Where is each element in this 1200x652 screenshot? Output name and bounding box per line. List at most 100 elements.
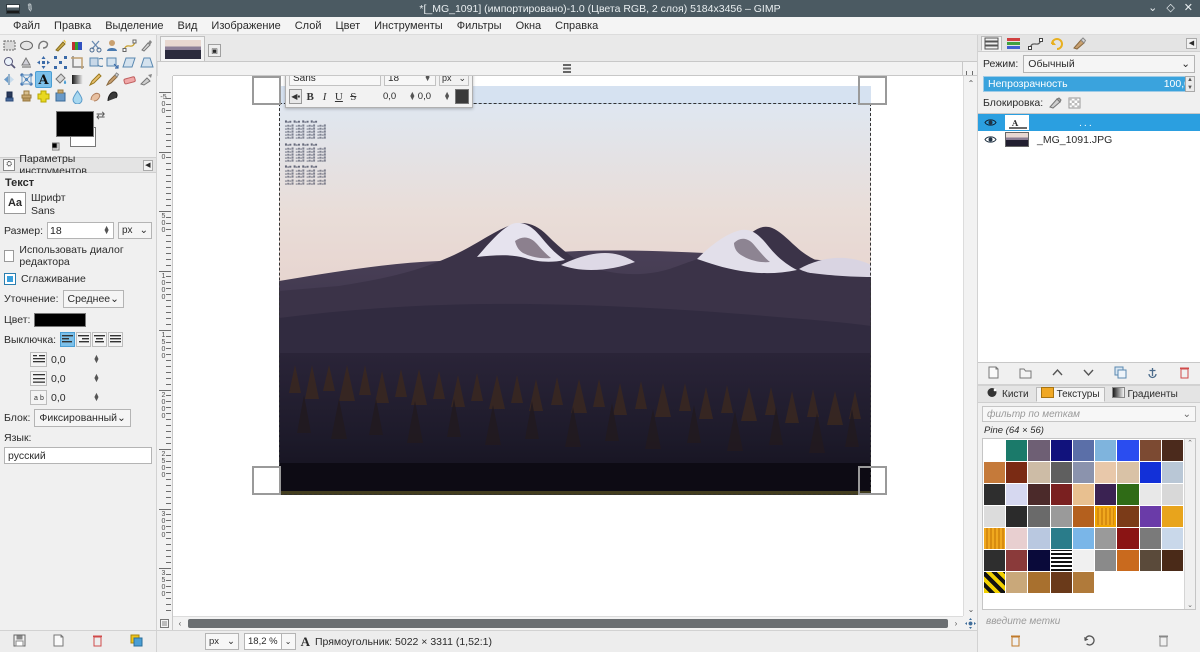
scroll-down-icon[interactable]: ⌄: [964, 602, 978, 616]
measure-tool-icon[interactable]: [18, 54, 35, 71]
pattern-swatch[interactable]: [1072, 550, 1095, 571]
pattern-swatch[interactable]: [1117, 506, 1139, 527]
pattern-swatch[interactable]: [1095, 440, 1117, 461]
horizontal-ruler[interactable]: 0-50005001000150020002500300035004000450…: [963, 62, 977, 76]
pattern-swatch[interactable]: [984, 572, 1006, 593]
pattern-swatch[interactable]: [1161, 462, 1183, 483]
image-tab-thumbnail[interactable]: [160, 36, 205, 61]
color-picker-tool-icon[interactable]: [138, 37, 155, 54]
navigation-preview-button[interactable]: [963, 616, 977, 630]
text-toolbar-size[interactable]: 18 ▲▼: [384, 76, 436, 86]
clone-tool-icon[interactable]: [18, 88, 35, 105]
dock-menu-icon[interactable]: ◀: [1186, 37, 1197, 49]
antialias-checkbox-row[interactable]: Сглаживание: [4, 273, 152, 285]
pattern-swatch[interactable]: [1072, 440, 1095, 461]
pattern-swatch[interactable]: [1095, 506, 1117, 527]
perspective-clone-tool-icon[interactable]: [52, 88, 69, 105]
use-editor-checkbox-row[interactable]: Использовать диалог редактора: [4, 244, 152, 268]
pattern-swatch[interactable]: [1006, 506, 1028, 527]
menu-item-справка[interactable]: Справка: [548, 19, 605, 33]
pattern-grid[interactable]: [983, 439, 1184, 609]
pattern-swatch[interactable]: [1028, 440, 1050, 461]
perspective-tool-icon[interactable]: [138, 54, 155, 71]
pattern-swatch[interactable]: [1139, 484, 1161, 505]
pattern-swatch[interactable]: [1139, 440, 1161, 461]
duplicate-layer-icon[interactable]: [1114, 366, 1127, 382]
pattern-swatch[interactable]: [1117, 484, 1139, 505]
pin-icon[interactable]: ✎: [23, 2, 36, 16]
pattern-swatch[interactable]: [1028, 550, 1050, 571]
pattern-swatch[interactable]: [1117, 462, 1139, 483]
airbrush-tool-icon[interactable]: [138, 71, 155, 88]
vertical-scrollbar[interactable]: [157, 62, 173, 76]
scissors-select-tool-icon[interactable]: [87, 37, 104, 54]
edit-pattern-icon[interactable]: [1009, 634, 1022, 650]
text-color-button[interactable]: [34, 313, 87, 327]
menu-item-изображение[interactable]: Изображение: [204, 19, 287, 33]
size-unit-select[interactable]: px ⌄: [118, 222, 152, 239]
pattern-swatch[interactable]: [1161, 506, 1183, 527]
eraser-tool-icon[interactable]: [121, 71, 138, 88]
pattern-swatch[interactable]: [1050, 528, 1072, 549]
pattern-swatch[interactable]: [1050, 462, 1072, 483]
pattern-swatch[interactable]: [1117, 550, 1139, 571]
layer-row[interactable]: A...: [978, 114, 1200, 131]
menu-item-слой[interactable]: Слой: [288, 19, 329, 33]
pattern-swatch[interactable]: [1028, 462, 1050, 483]
image-tab-menu-icon[interactable]: ▣: [208, 44, 221, 57]
menu-item-правка[interactable]: Правка: [47, 19, 98, 33]
selection-handle-top-right[interactable]: [858, 76, 887, 105]
pattern-swatch[interactable]: [1139, 462, 1161, 483]
indent-stepper-3[interactable]: ▲ ▼: [93, 392, 101, 403]
ellipse-select-tool-icon[interactable]: [18, 37, 35, 54]
layer-list[interactable]: A... _MG_1091.JPG: [978, 113, 1200, 363]
flip-tool-icon[interactable]: [1, 71, 18, 88]
shear-tool-icon[interactable]: [121, 54, 138, 71]
delete-pattern-icon[interactable]: [1157, 634, 1170, 650]
pattern-swatch[interactable]: [1072, 484, 1095, 505]
pattern-swatch[interactable]: [1072, 528, 1095, 549]
justify-left-icon[interactable]: [60, 332, 76, 347]
underline-button[interactable]: U: [332, 89, 345, 104]
pattern-swatch[interactable]: [984, 506, 1006, 527]
justify-right-icon[interactable]: [76, 332, 92, 347]
pattern-swatch[interactable]: [1050, 550, 1072, 571]
image-canvas[interactable]: ▆▃▅ ▆▃▅ ▆▃▅ ▆▃▅ ▃▅▃▆ ▃▅▃▆ ▃▅▃▆ ▃▅▃▆ ▃▅▃▆ ▃▅▃▆ ▃▅▃▆…: [173, 76, 963, 616]
pattern-scrollbar[interactable]: ⌃ ⌄: [1184, 439, 1195, 609]
text-toolbar-font[interactable]: Sans: [289, 76, 381, 86]
bold-button[interactable]: B: [303, 89, 316, 104]
scroll-up-icon[interactable]: ⌃: [1187, 439, 1193, 447]
lock-alpha-icon[interactable]: [1067, 96, 1081, 109]
italic-button[interactable]: I: [318, 89, 331, 104]
pattern-swatch[interactable]: [1072, 506, 1095, 527]
pattern-swatch[interactable]: [1161, 528, 1183, 549]
zoom-tool-icon[interactable]: [1, 54, 18, 71]
paths-tab-icon[interactable]: [1025, 36, 1046, 51]
save-tool-preset-icon[interactable]: [13, 634, 26, 650]
canvas-horizontal-scrollbar[interactable]: ‹ ›: [173, 616, 963, 630]
pattern-swatch[interactable]: [1095, 462, 1117, 483]
pattern-swatch[interactable]: [1095, 550, 1117, 571]
pattern-swatch[interactable]: [1161, 484, 1183, 505]
select-by-color-tool-icon[interactable]: [69, 37, 86, 54]
justify-center-icon[interactable]: [92, 332, 108, 347]
indent-stepper-1[interactable]: ▲ ▼: [93, 354, 101, 365]
menu-item-выделение[interactable]: Выделение: [98, 19, 170, 33]
text-tool-icon[interactable]: A: [35, 71, 53, 88]
text-toolbar-unit[interactable]: px ⌄: [439, 76, 469, 86]
channels-tab-icon[interactable]: [1003, 36, 1024, 51]
lower-layer-icon[interactable]: [1082, 366, 1095, 382]
text-toolbar-color[interactable]: [454, 89, 469, 104]
pattern-swatch[interactable]: [1028, 572, 1050, 593]
pattern-swatch[interactable]: [1139, 528, 1161, 549]
vertical-ruler[interactable]: -500050010001500200025003000350040: [157, 76, 173, 616]
minimize-button[interactable]: ⌄: [1148, 3, 1157, 14]
pattern-swatch[interactable]: [1006, 462, 1028, 483]
brush-tab-icon[interactable]: [1069, 36, 1090, 51]
menu-item-вид[interactable]: Вид: [171, 19, 205, 33]
rotate-tool-icon[interactable]: [87, 54, 104, 71]
antialias-checkbox[interactable]: [4, 273, 16, 285]
scroll-up-icon[interactable]: ⌃: [964, 76, 978, 90]
fuzzy-select-tool-icon[interactable]: [52, 37, 69, 54]
paths-tool-icon[interactable]: [121, 37, 138, 54]
